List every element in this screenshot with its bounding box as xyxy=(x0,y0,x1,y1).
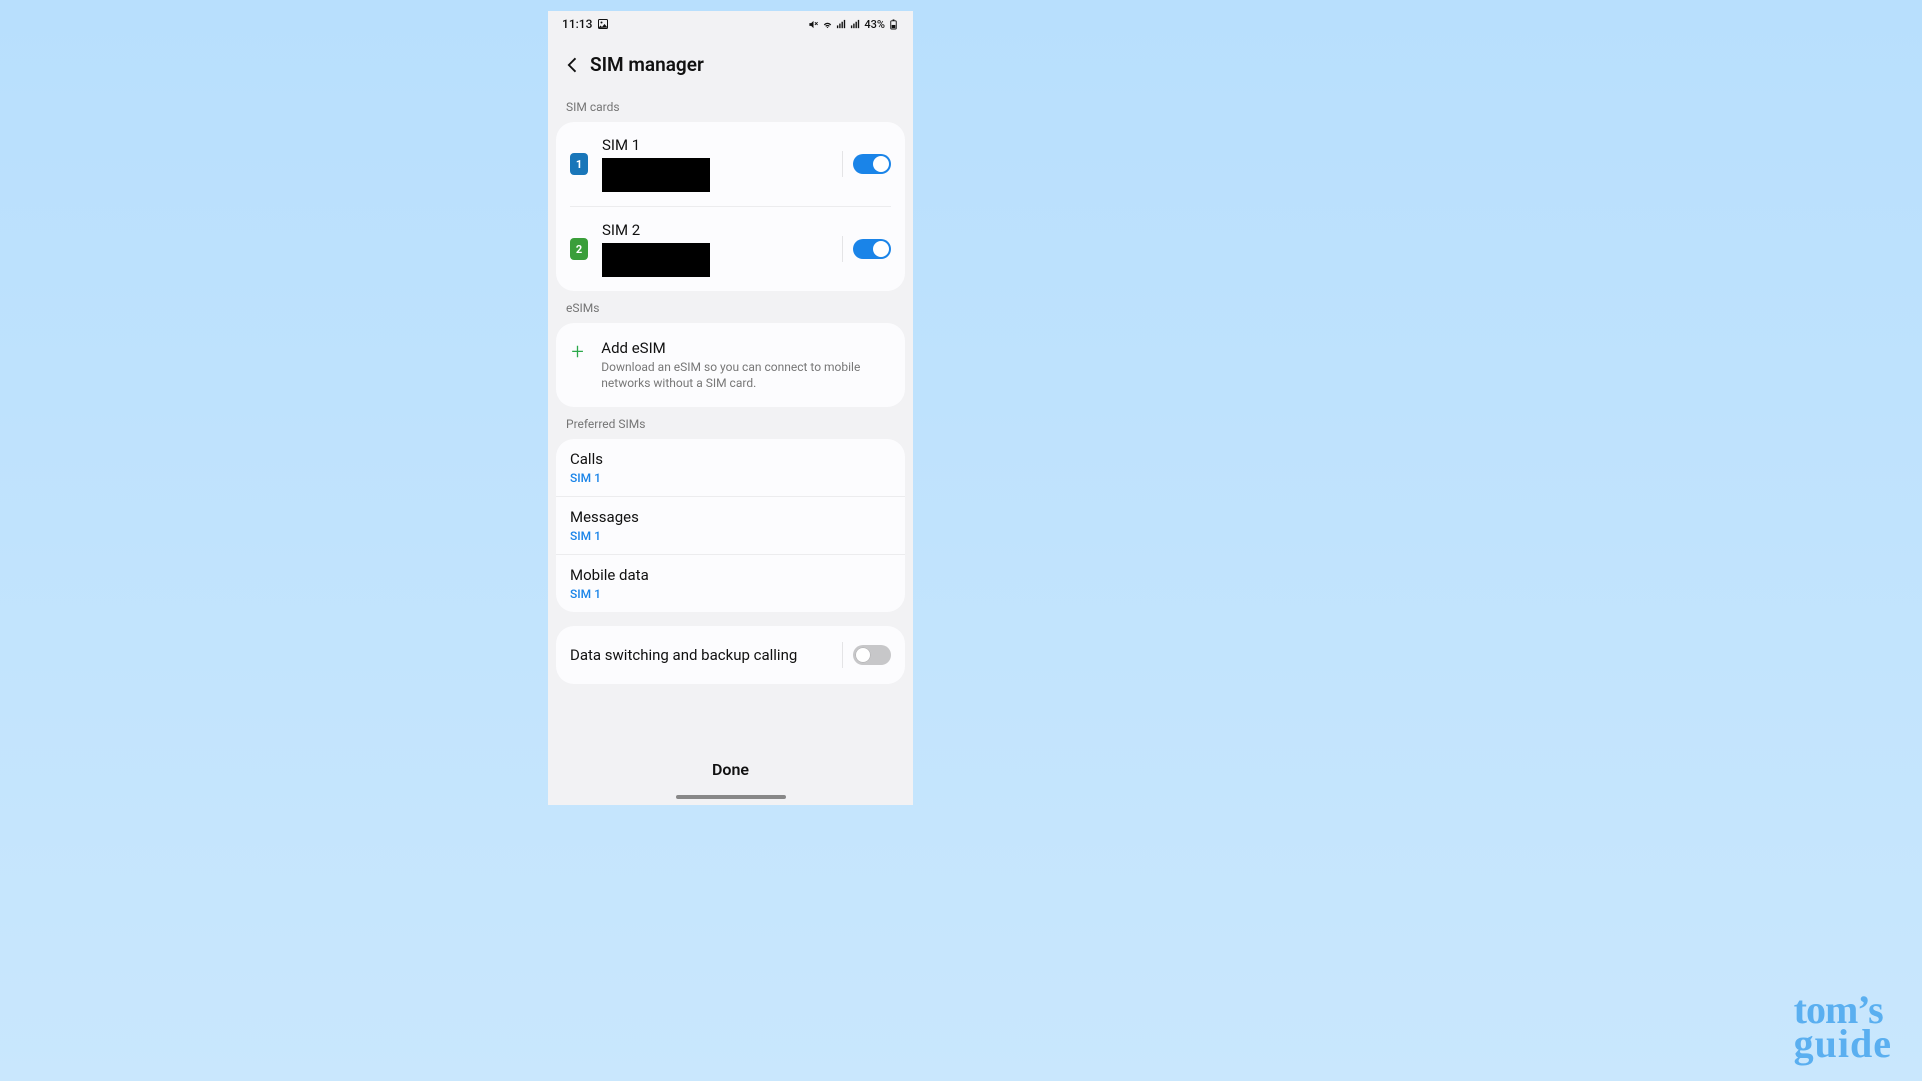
pref-calls-row[interactable]: Calls SIM 1 xyxy=(556,439,905,496)
status-bar: 11:13 43% xyxy=(548,11,913,35)
sim-carrier-1-redacted xyxy=(602,158,710,192)
sim-1-toggle[interactable] xyxy=(853,154,891,174)
chevron-left-icon xyxy=(563,55,583,75)
mute-icon xyxy=(808,19,819,30)
data-switching-label: Data switching and backup calling xyxy=(570,646,842,664)
sim-2-toggle[interactable] xyxy=(853,239,891,259)
pref-calls-title: Calls xyxy=(570,450,891,468)
add-esim-title: Add eSIM xyxy=(601,339,891,357)
sim-carrier-2-redacted xyxy=(602,243,710,277)
pref-calls-value: SIM 1 xyxy=(570,471,891,485)
gesture-handle[interactable] xyxy=(676,795,786,799)
section-label-esims: eSIMs xyxy=(556,291,905,323)
signal-icon xyxy=(836,19,847,30)
plus-icon: + xyxy=(570,341,585,363)
sim-badge-1: 1 xyxy=(570,153,588,175)
sim-badge-2: 2 xyxy=(570,238,588,260)
pref-messages-row[interactable]: Messages SIM 1 xyxy=(556,496,905,554)
divider xyxy=(842,642,843,668)
sim-name-2: SIM 2 xyxy=(602,221,828,239)
watermark-logo: tom’s guide xyxy=(1794,993,1892,1061)
page-header: SIM manager xyxy=(548,35,913,90)
signal-icon-2 xyxy=(850,19,861,30)
add-esim-description: Download an eSIM so you can connect to m… xyxy=(601,359,891,391)
sim-row-1[interactable]: 1 SIM 1 xyxy=(556,122,905,206)
pref-messages-title: Messages xyxy=(570,508,891,526)
data-switching-card: Data switching and backup calling xyxy=(556,626,905,684)
pref-mobiledata-title: Mobile data xyxy=(570,566,891,584)
divider xyxy=(842,236,843,262)
sim-cards-card: 1 SIM 1 2 SIM 2 xyxy=(556,122,905,291)
status-time: 11:13 xyxy=(562,17,592,31)
page-title: SIM manager xyxy=(590,53,704,76)
esims-card: + Add eSIM Download an eSIM so you can c… xyxy=(556,323,905,407)
divider xyxy=(842,151,843,177)
content-area: SIM cards 1 SIM 1 2 SIM 2 xyxy=(548,90,913,744)
section-label-preferred: Preferred SIMs xyxy=(556,407,905,439)
battery-percent: 43% xyxy=(864,18,885,31)
data-switching-row[interactable]: Data switching and backup calling xyxy=(556,626,905,684)
done-button[interactable]: Done xyxy=(548,744,913,789)
back-button[interactable] xyxy=(562,54,584,76)
pref-mobiledata-row[interactable]: Mobile data SIM 1 xyxy=(556,554,905,612)
preferred-sims-card: Calls SIM 1 Messages SIM 1 Mobile data S… xyxy=(556,439,905,612)
battery-icon xyxy=(888,19,899,30)
sim-row-2[interactable]: 2 SIM 2 xyxy=(570,206,891,291)
sim-name-1: SIM 1 xyxy=(602,136,828,154)
watermark-line2: guide xyxy=(1794,1027,1892,1061)
pref-messages-value: SIM 1 xyxy=(570,529,891,543)
image-icon xyxy=(597,18,609,30)
pref-mobiledata-value: SIM 1 xyxy=(570,587,891,601)
section-label-sim-cards: SIM cards xyxy=(556,90,905,122)
add-esim-row[interactable]: + Add eSIM Download an eSIM so you can c… xyxy=(556,323,905,407)
wifi-icon xyxy=(822,19,833,30)
phone-screen: 11:13 43% SIM manager SIM cards 1 SIM 1 xyxy=(548,11,913,805)
data-switching-toggle[interactable] xyxy=(853,645,891,665)
